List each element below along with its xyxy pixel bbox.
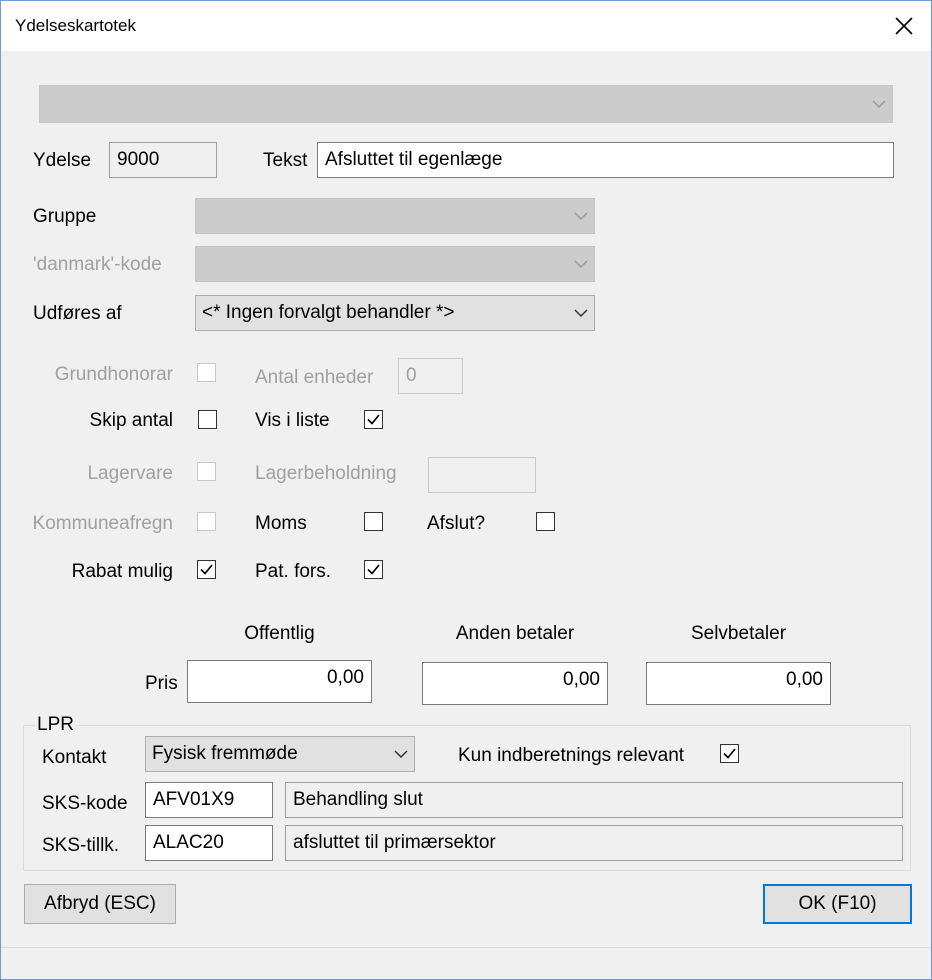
title-bar: Ydelseskartotek [1, 1, 931, 51]
window-title: Ydelseskartotek [15, 16, 136, 35]
grundhonorar-label: Grundhonorar [54, 364, 173, 385]
ydelse-field[interactable]: 9000 [109, 142, 217, 178]
skip-antal-checkbox[interactable] [198, 410, 217, 429]
udfoeres-af-value: <* Ingen forvalgt behandler *> [202, 302, 455, 323]
sks-kode-description: Behandling slut [285, 782, 903, 818]
kun-indberetnings-label: Kun indberetnings relevant [458, 745, 685, 766]
sks-kode-field[interactable]: AFV01X9 [145, 782, 273, 818]
close-icon [895, 17, 913, 35]
lagerbeholdning-label: Lagerbeholdning [255, 463, 397, 484]
kontakt-label: Kontakt [42, 747, 107, 768]
chevron-down-icon [574, 309, 588, 318]
udfoeres-af-label: Udføres af [33, 303, 122, 324]
grundhonorar-checkbox[interactable] [197, 363, 216, 382]
checkmark-icon [367, 564, 380, 575]
dialog-window: Ydelseskartotek Ydelse 9000 Tekst Afslut… [0, 0, 932, 980]
tekst-field[interactable]: Afsluttet til egenlæge [317, 142, 894, 178]
vis-i-liste-label: Vis i liste [255, 410, 330, 431]
checkmark-icon [200, 564, 213, 575]
ydelse-label: Ydelse [33, 150, 92, 171]
pris-label: Pris [145, 673, 178, 694]
pat-fors-label: Pat. fors. [255, 561, 332, 582]
kontakt-combo[interactable]: Fysisk fremmøde [145, 736, 415, 772]
vis-i-liste-checkbox[interactable] [364, 410, 383, 429]
checkmark-icon [367, 414, 380, 425]
danmark-kode-combo[interactable] [195, 246, 595, 282]
lagervare-label: Lagervare [87, 463, 173, 484]
kun-indberetnings-checkbox[interactable] [720, 744, 739, 763]
udfoeres-af-combo[interactable]: <* Ingen forvalgt behandler *> [195, 295, 595, 331]
ok-button[interactable]: OK (F10) [763, 884, 912, 924]
sks-tillk-label: SKS-tillk. [42, 835, 120, 856]
selvbetaler-header: Selvbetaler [690, 623, 787, 644]
lpr-group-title: LPR [35, 714, 76, 736]
offentlig-header: Offentlig [244, 623, 315, 644]
afslut-checkbox[interactable] [536, 512, 555, 531]
moms-label: Moms [255, 513, 307, 534]
close-button[interactable] [885, 7, 923, 45]
lagerbeholdning-field[interactable] [428, 457, 536, 493]
chevron-down-icon [872, 100, 886, 109]
sks-tillk-field[interactable]: ALAC20 [145, 825, 273, 861]
footer-divider [1, 947, 931, 948]
afslut-label: Afslut? [427, 513, 486, 534]
sks-kode-label: SKS-kode [42, 793, 128, 814]
danmark-kode-label: 'danmark'-kode [33, 254, 162, 275]
chevron-down-icon [574, 212, 588, 221]
skip-antal-label: Skip antal [89, 410, 173, 431]
top-combo[interactable] [39, 85, 893, 123]
kommuneafregn-checkbox[interactable] [197, 512, 216, 531]
chevron-down-icon [574, 260, 588, 269]
sks-tillk-description: afsluttet til primærsektor [285, 825, 903, 861]
rabat-mulig-checkbox[interactable] [197, 560, 216, 579]
pat-fors-checkbox[interactable] [364, 560, 383, 579]
gruppe-label: Gruppe [33, 206, 97, 227]
chevron-down-icon [394, 750, 408, 759]
anden-betaler-header: Anden betaler [455, 623, 575, 644]
antal-enheder-field[interactable]: 0 [398, 358, 463, 394]
pris-offentlig-field[interactable]: 0,00 [187, 660, 372, 703]
cancel-button[interactable]: Afbryd (ESC) [24, 884, 176, 924]
tekst-label: Tekst [263, 150, 308, 171]
gruppe-combo[interactable] [195, 198, 595, 234]
checkmark-icon [723, 748, 736, 759]
antal-enheder-label: Antal enheder [255, 367, 374, 388]
pris-selvbetaler-field[interactable]: 0,00 [646, 662, 831, 705]
kontakt-value: Fysisk fremmøde [152, 743, 298, 764]
kommuneafregn-label: Kommuneafregn [32, 513, 173, 534]
rabat-mulig-label: Rabat mulig [71, 561, 173, 582]
lagervare-checkbox[interactable] [197, 462, 216, 481]
pris-anden-betaler-field[interactable]: 0,00 [422, 662, 608, 705]
moms-checkbox[interactable] [364, 512, 383, 531]
